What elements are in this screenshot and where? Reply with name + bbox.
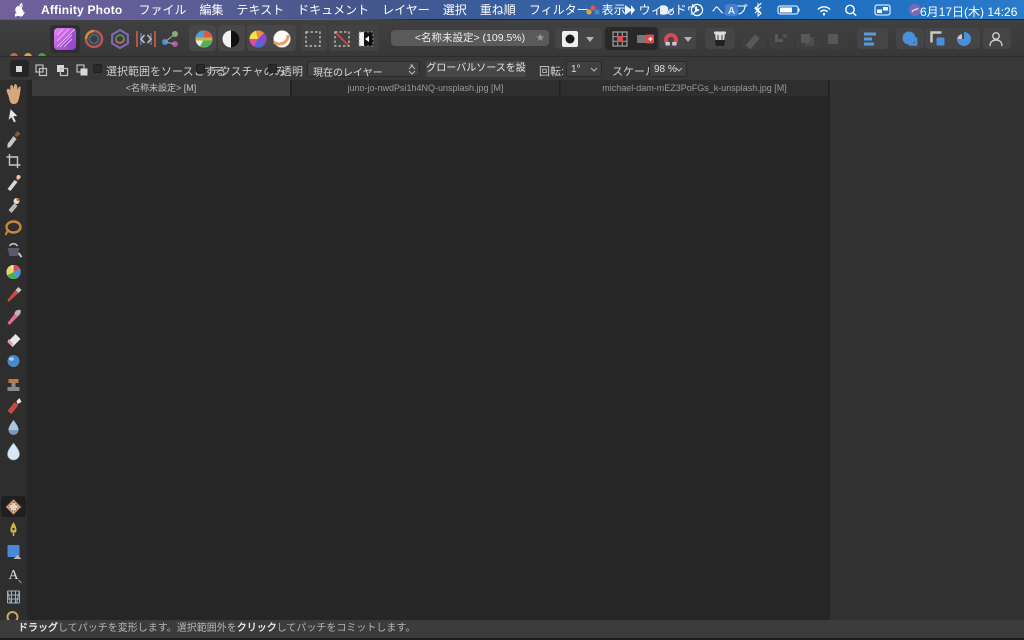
svg-text:A: A (8, 568, 19, 583)
svg-text:A: A (728, 6, 735, 17)
